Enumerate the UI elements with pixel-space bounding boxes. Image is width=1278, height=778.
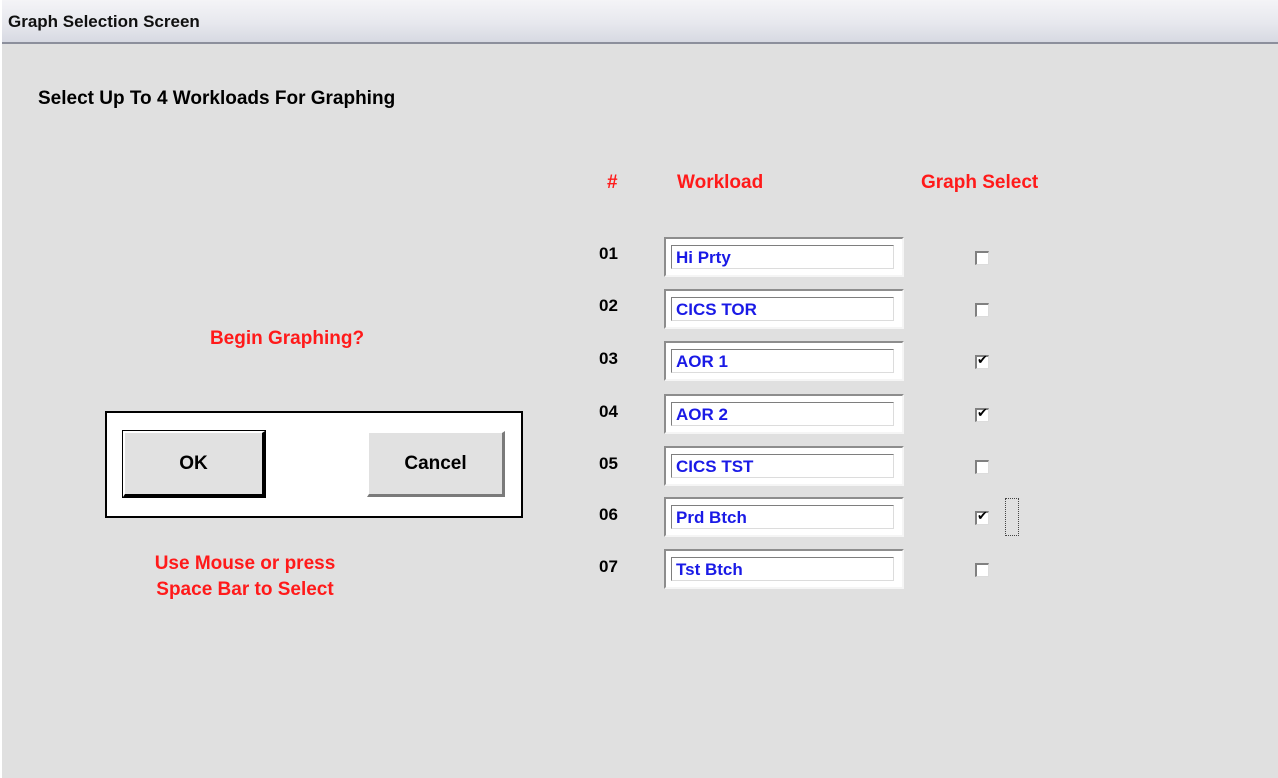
selection-hint-line-1: Use Mouse or press: [154, 553, 336, 574]
selection-hint-line-2: Space Bar to Select: [156, 579, 334, 600]
graph-select-checkbox[interactable]: ✔: [975, 353, 989, 369]
graph-select-checkbox[interactable]: ✔: [975, 406, 989, 422]
workload-name: AOR 2: [676, 405, 728, 424]
row-number: 02: [599, 296, 618, 315]
column-header-workload: Workload: [677, 172, 764, 193]
row-number: 03: [599, 349, 618, 368]
workload-field[interactable]: Hi Prty: [664, 237, 904, 277]
selection-hint: Use Mouse or press Space Bar to Select: [110, 551, 380, 603]
check-mark-icon: ✔: [977, 406, 988, 421]
page-heading: Select Up To 4 Workloads For Graphing: [38, 88, 396, 109]
graph-select-checkbox[interactable]: [975, 251, 989, 265]
graph-selection-window: Graph Selection Screen Select Up To 4 Wo…: [0, 0, 1278, 778]
column-header-graph-select: Graph Select: [921, 172, 1039, 193]
workload-name: AOR 1: [676, 352, 728, 371]
graph-select-checkbox[interactable]: [975, 460, 989, 474]
window-title: Graph Selection Screen: [8, 12, 200, 31]
workload-field[interactable]: CICS TST: [664, 446, 904, 486]
focus-indicator: [1005, 498, 1019, 536]
check-mark-icon: ✔: [977, 509, 988, 524]
workload-field[interactable]: AOR 2: [664, 394, 904, 434]
title-bar[interactable]: Graph Selection Screen: [2, 0, 1278, 44]
graph-select-checkbox[interactable]: [975, 563, 989, 577]
workload-name: Tst Btch: [676, 560, 743, 579]
ok-button[interactable]: OK: [122, 430, 266, 498]
button-group: OK Cancel: [105, 411, 523, 518]
workload-field[interactable]: AOR 1: [664, 341, 904, 381]
workload-field[interactable]: CICS TOR: [664, 289, 904, 329]
row-number: 01: [599, 244, 618, 263]
graph-select-checkbox[interactable]: [975, 303, 989, 317]
column-header-number: #: [607, 172, 618, 193]
row-number: 05: [599, 454, 618, 473]
row-number: 04: [599, 402, 618, 421]
graph-select-checkbox[interactable]: ✔: [975, 509, 989, 525]
workload-name: CICS TOR: [676, 300, 757, 319]
row-number: 06: [599, 505, 618, 524]
workload-field[interactable]: Prd Btch: [664, 497, 904, 537]
workload-name: CICS TST: [676, 457, 754, 476]
workload-name: Prd Btch: [676, 508, 747, 527]
workload-field[interactable]: Tst Btch: [664, 549, 904, 589]
cancel-button[interactable]: Cancel: [367, 431, 505, 497]
check-mark-icon: ✔: [977, 353, 988, 368]
begin-graphing-prompt: Begin Graphing?: [209, 328, 365, 349]
workload-name: Hi Prty: [676, 248, 731, 267]
row-number: 07: [599, 557, 618, 576]
